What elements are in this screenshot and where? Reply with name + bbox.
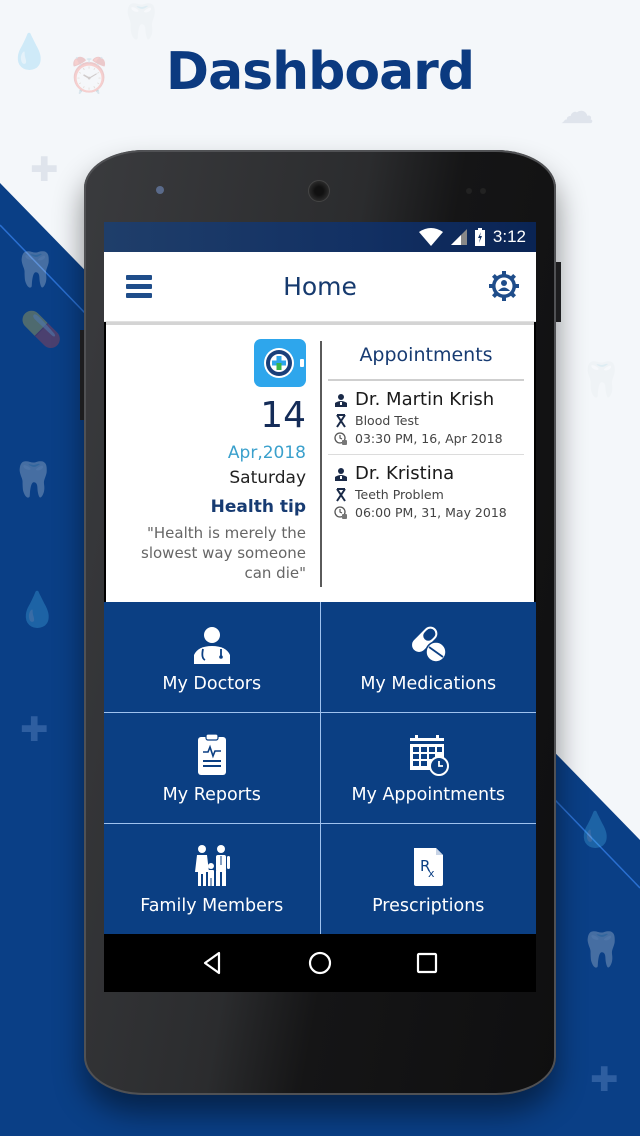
power-button (556, 262, 561, 322)
syringe-icon: ✚ (30, 151, 59, 189)
tile-label: Family Members (140, 896, 284, 916)
tile-my-medications[interactable]: My Medications (320, 602, 536, 712)
clock-icon (334, 431, 347, 445)
tooth-icon: 🦷 (580, 931, 623, 969)
tile-label: My Appointments (351, 785, 506, 805)
wifi-icon (418, 228, 443, 246)
back-icon[interactable] (200, 950, 226, 976)
clipboard-report-icon (197, 733, 226, 775)
tooth-icon: 🦷 (580, 361, 623, 399)
appointment-reason: Blood Test (355, 413, 419, 428)
appointment-doctor: Dr. Kristina (355, 463, 455, 484)
prescription-icon: R x (414, 848, 444, 886)
date-weekday: Saturday (229, 468, 306, 488)
menu-button[interactable] (126, 275, 152, 299)
menu-icon (126, 275, 152, 280)
pills-icon (412, 626, 447, 663)
clock-icon (334, 505, 347, 519)
phone-screen: 3:12 Home 14 Apr,2018 Saturday Health ti… (104, 222, 536, 992)
tooth-icon: 🦷 (120, 3, 163, 41)
status-time: 3:12 (492, 227, 526, 246)
hero-title: Dashboard (165, 42, 475, 102)
tooth-icon: 🦷 (14, 251, 57, 289)
appointments-panel: Appointments Dr. Martin Krish Blood Test… (328, 325, 524, 602)
appointment-item[interactable]: Dr. Martin Krish Blood Test 03:30 PM, 16… (328, 381, 524, 455)
appointment-datetime: 06:00 PM, 31, May 2018 (355, 505, 507, 520)
ribbon-icon (336, 487, 346, 502)
proximity-sensor (466, 188, 472, 194)
appointment-doctor: Dr. Martin Krish (355, 389, 495, 410)
app-logo-icon (254, 339, 306, 387)
date-month-year: Apr,2018 (227, 443, 306, 463)
tile-family-members[interactable]: Family Members (104, 824, 320, 934)
dashboard-tiles: My Doctors My Medications My Reports My … (104, 602, 536, 934)
health-tip-title: Health tip (210, 497, 306, 517)
syringe-icon: ✚ (20, 711, 49, 749)
page-title: Home (283, 272, 357, 301)
status-bar: 3:12 (104, 222, 536, 252)
pills-icon: 💊 (20, 311, 63, 349)
summary-card: 14 Apr,2018 Saturday Health tip "Health … (106, 322, 534, 602)
tile-label: Prescriptions (372, 896, 485, 916)
column-divider (320, 341, 322, 587)
calendar-clock-icon (410, 735, 450, 776)
tile-label: My Medications (360, 674, 497, 694)
doctor-icon (335, 467, 347, 481)
menu-icon-bar (126, 293, 152, 298)
system-nav-bar (104, 934, 536, 992)
tile-my-reports[interactable]: My Reports (104, 713, 320, 823)
svg-text:x: x (428, 867, 435, 880)
doctor-icon (335, 393, 347, 407)
recents-icon[interactable] (414, 950, 440, 976)
drop-icon: 💧 (16, 591, 59, 629)
tile-my-appointments[interactable]: My Appointments (320, 713, 536, 823)
family-icon (194, 845, 230, 886)
profile-settings-icon[interactable] (488, 270, 520, 302)
light-sensor (480, 188, 486, 194)
home-icon[interactable] (307, 950, 333, 976)
date-panel: 14 Apr,2018 Saturday Health tip "Health … (106, 325, 320, 602)
earpiece-speaker (308, 180, 330, 202)
doctor-icon (193, 627, 230, 664)
menu-icon-bar (126, 284, 152, 289)
appointment-reason: Teeth Problem (355, 487, 444, 502)
ribbon-icon (336, 413, 346, 428)
date-day: 14 (260, 395, 306, 436)
tooth-icon: 🦷 (12, 461, 55, 499)
tile-label: My Reports (162, 785, 261, 805)
syringe-icon: ✚ (590, 1061, 619, 1099)
tile-label: My Doctors (162, 674, 262, 694)
drop-icon: 💧 (574, 811, 617, 849)
app-bar: Home (104, 252, 536, 322)
front-camera (156, 186, 164, 194)
tile-my-doctors[interactable]: My Doctors (104, 602, 320, 712)
volume-button (80, 330, 84, 420)
appointment-datetime: 03:30 PM, 16, Apr 2018 (355, 431, 503, 446)
signal-icon (450, 229, 467, 245)
battery-charging-icon (474, 228, 485, 246)
appointment-item[interactable]: Dr. Kristina Teeth Problem 06:00 PM, 31,… (328, 455, 524, 528)
appointments-title[interactable]: Appointments (328, 325, 524, 381)
health-tip-text: "Health is merely the slowest way someon… (141, 524, 306, 582)
tile-prescriptions[interactable]: R x Prescriptions (320, 824, 536, 934)
